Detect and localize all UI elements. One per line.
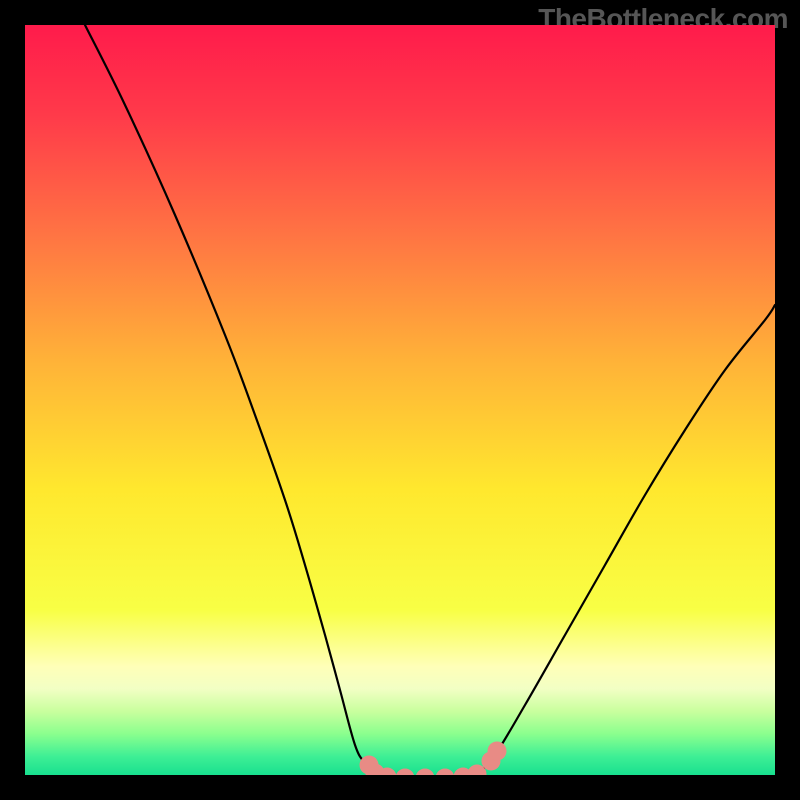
- highlight-dot: [488, 742, 507, 761]
- chart-background: [25, 25, 775, 775]
- chart-frame: TheBottleneck.com: [0, 0, 800, 800]
- bottleneck-chart: [25, 25, 775, 775]
